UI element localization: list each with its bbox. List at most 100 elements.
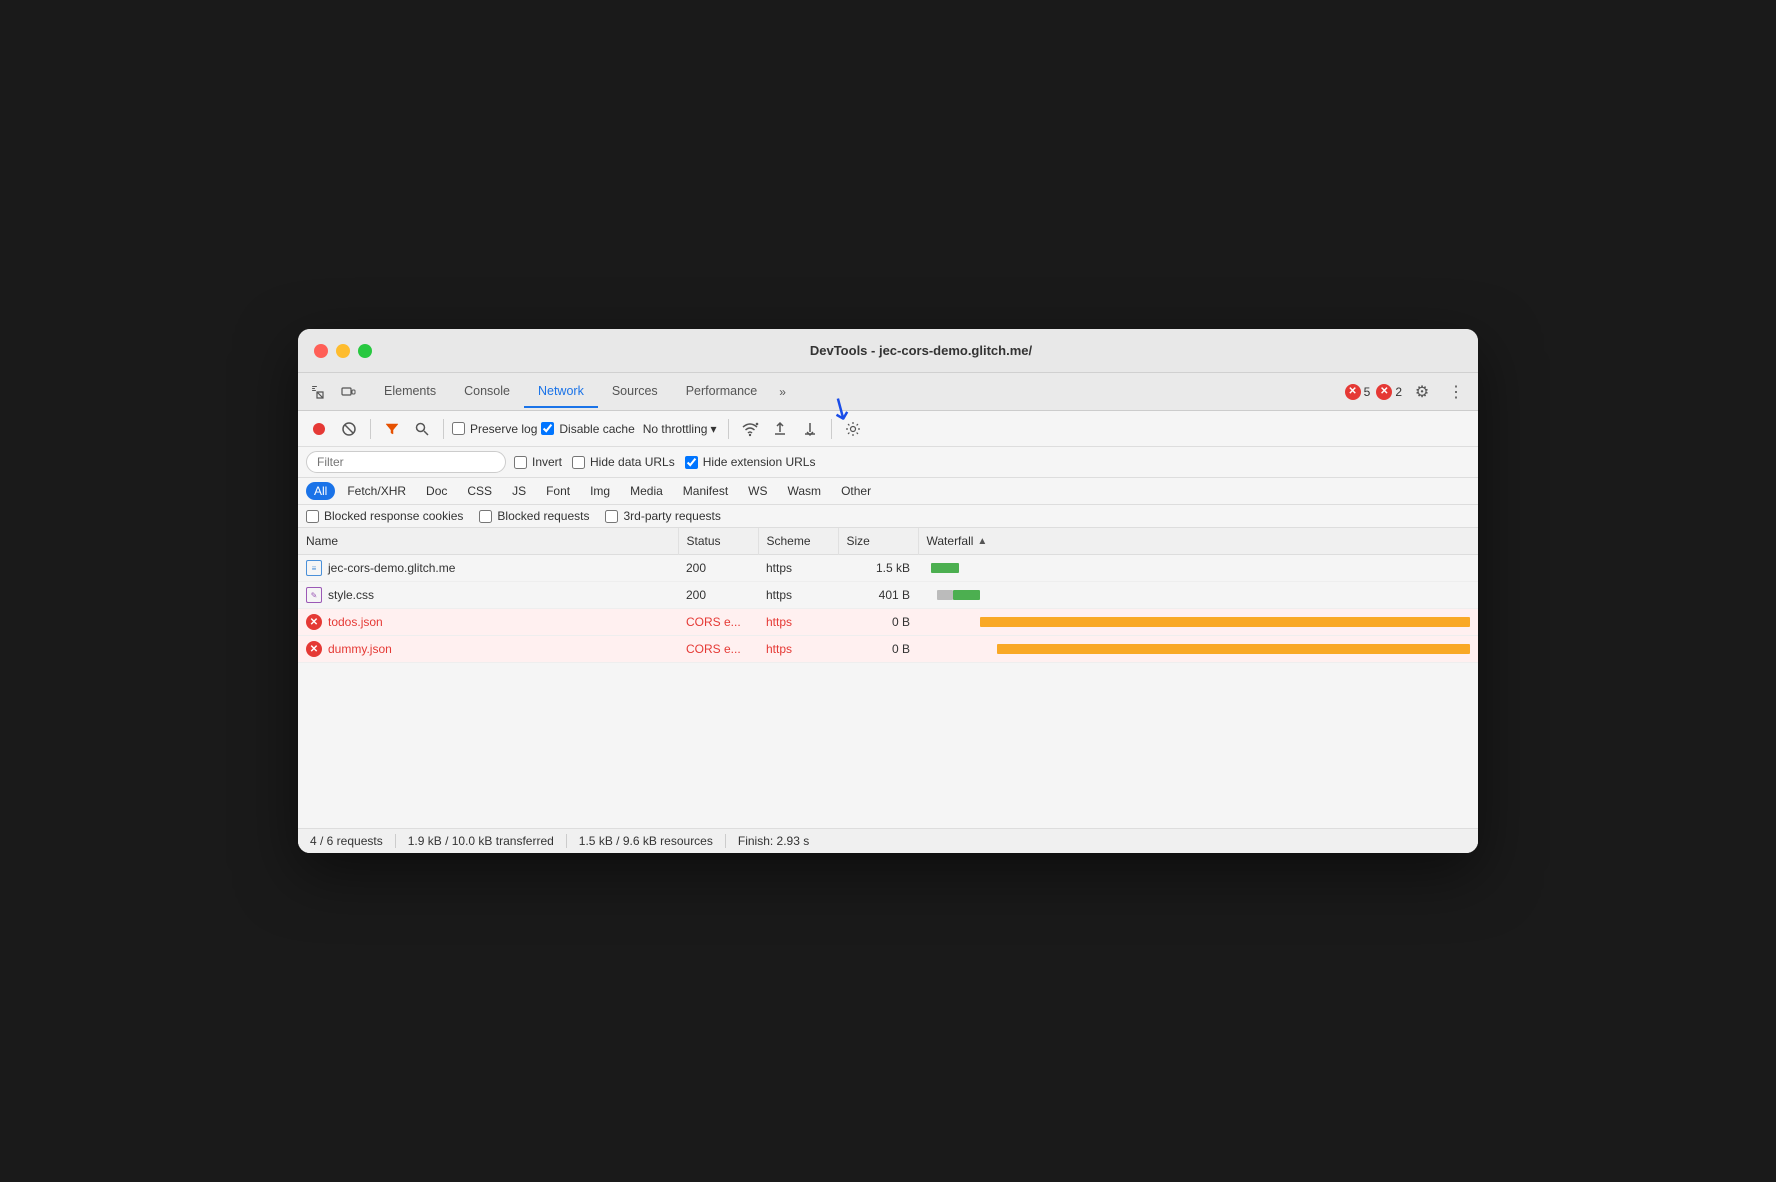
device-icon-btn[interactable] — [336, 380, 360, 404]
type-btn-js[interactable]: JS — [504, 482, 534, 500]
upload-button[interactable] — [767, 416, 793, 442]
invert-checkbox[interactable] — [514, 456, 527, 469]
tab-console[interactable]: Console — [450, 376, 524, 408]
error-badge-2[interactable]: ✕ 2 — [1376, 384, 1402, 400]
wf-bar-2b — [953, 590, 980, 600]
status-bar: 4 / 6 requests 1.9 kB / 10.0 kB transfer… — [298, 828, 1478, 853]
type-btn-css[interactable]: CSS — [459, 482, 500, 500]
throttle-select[interactable]: No throttling ▾ — [639, 420, 721, 438]
size-cell-3: 0 B — [838, 609, 918, 636]
col-header-name[interactable]: Name — [298, 528, 678, 555]
waterfall-cell-1 — [918, 555, 1478, 582]
blocked-cookies-checkbox[interactable] — [306, 510, 319, 523]
doc-file-icon: ≡ — [306, 560, 322, 576]
tab-sources[interactable]: Sources — [598, 376, 672, 408]
third-party-checkbox[interactable] — [605, 510, 618, 523]
disable-cache-checkbox-label[interactable]: Disable cache — [541, 422, 634, 436]
tab-performance[interactable]: Performance — [672, 376, 772, 408]
type-btn-all[interactable]: All — [306, 482, 335, 500]
row2-status: 200 — [686, 588, 706, 602]
status-cell-2: 200 — [678, 582, 758, 609]
download-button[interactable]: ↙ — [797, 416, 823, 442]
hide-ext-urls-label[interactable]: Hide extension URLs — [685, 455, 816, 469]
devtools-window: DevTools - jec-cors-demo.glitch.me/ — [298, 329, 1478, 853]
throttle-label: No throttling — [643, 422, 708, 436]
hide-ext-urls-checkbox[interactable] — [685, 456, 698, 469]
filter-funnel-button[interactable] — [379, 416, 405, 442]
type-btn-media[interactable]: Media — [622, 482, 671, 500]
col-header-waterfall[interactable]: Waterfall ▲ — [918, 528, 1478, 555]
error-badge-1[interactable]: ✕ 5 — [1345, 384, 1371, 400]
table-row[interactable]: ✕ dummy.json CORS e... https 0 B — [298, 636, 1478, 663]
row3-name: todos.json — [328, 615, 383, 629]
wf-bar-4 — [997, 644, 1470, 654]
invert-checkbox-label[interactable]: Invert — [514, 455, 562, 469]
col-header-status[interactable]: Status — [678, 528, 758, 555]
hide-data-urls-label[interactable]: Hide data URLs — [572, 455, 675, 469]
row1-size: 1.5 kB — [876, 561, 910, 575]
invert-label: Invert — [532, 455, 562, 469]
type-btn-img[interactable]: Img — [582, 482, 618, 500]
row1-scheme: https — [766, 561, 792, 575]
scheme-cell-1: https — [758, 555, 838, 582]
row4-name: dummy.json — [328, 642, 392, 656]
hide-data-urls-checkbox[interactable] — [572, 456, 585, 469]
error-icon-4: ✕ — [306, 641, 322, 657]
table-row[interactable]: ≡ jec-cors-demo.glitch.me 200 https 1.5 … — [298, 555, 1478, 582]
waterfall-cell-4 — [918, 636, 1478, 663]
tabs-container: Elements Console Network Sources Perform… — [370, 376, 1337, 408]
preserve-log-checkbox-label[interactable]: Preserve log — [452, 422, 537, 436]
table-row[interactable]: ✕ todos.json CORS e... https 0 B — [298, 609, 1478, 636]
type-btn-fetch-xhr[interactable]: Fetch/XHR — [339, 482, 414, 500]
wifi-settings-button[interactable] — [737, 416, 763, 442]
title-bar: DevTools - jec-cors-demo.glitch.me/ — [298, 329, 1478, 373]
blocked-requests-label[interactable]: Blocked requests — [479, 509, 589, 523]
row1-status: 200 — [686, 561, 706, 575]
blocked-bar: Blocked response cookies Blocked request… — [298, 505, 1478, 528]
preserve-log-checkbox[interactable] — [452, 422, 465, 435]
table-row[interactable]: ✎ style.css 200 https 401 B — [298, 582, 1478, 609]
size-cell-1: 1.5 kB — [838, 555, 918, 582]
network-settings-button[interactable] — [840, 416, 866, 442]
row3-status: CORS e... — [686, 615, 741, 629]
search-button[interactable] — [409, 416, 435, 442]
type-filter-bar: All Fetch/XHR Doc CSS JS Font Img Media … — [298, 478, 1478, 505]
col-header-size[interactable]: Size — [838, 528, 918, 555]
clear-button[interactable] — [336, 416, 362, 442]
wf-bar-3 — [980, 617, 1470, 627]
type-btn-wasm[interactable]: Wasm — [780, 482, 830, 500]
cursor-icon-btn[interactable] — [306, 380, 330, 404]
tab-elements[interactable]: Elements — [370, 376, 450, 408]
row3-size: 0 B — [892, 615, 910, 629]
maximize-button[interactable] — [358, 344, 372, 358]
type-btn-doc[interactable]: Doc — [418, 482, 455, 500]
window-title: DevTools - jec-cors-demo.glitch.me/ — [380, 343, 1462, 358]
blocked-cookies-text: Blocked response cookies — [324, 509, 463, 523]
tab-overflow-btn[interactable]: » — [771, 379, 794, 405]
type-btn-font[interactable]: Font — [538, 482, 578, 500]
tab-bar: Elements Console Network Sources Perform… — [298, 373, 1478, 411]
blocked-cookies-label[interactable]: Blocked response cookies — [306, 509, 463, 523]
error-x-icon-2: ✕ — [1376, 384, 1392, 400]
type-btn-ws[interactable]: WS — [740, 482, 775, 500]
third-party-label[interactable]: 3rd-party requests — [605, 509, 720, 523]
disable-cache-checkbox[interactable] — [541, 422, 554, 435]
col-header-scheme[interactable]: Scheme — [758, 528, 838, 555]
filter-input[interactable] — [306, 451, 506, 473]
blocked-requests-checkbox[interactable] — [479, 510, 492, 523]
toolbar-separator-1 — [370, 419, 371, 439]
settings-gear-button[interactable]: ⚙ — [1408, 378, 1436, 406]
minimize-button[interactable] — [336, 344, 350, 358]
tab-network[interactable]: Network — [524, 376, 598, 408]
record-stop-button[interactable] — [306, 416, 332, 442]
close-button[interactable] — [314, 344, 328, 358]
type-btn-manifest[interactable]: Manifest — [675, 482, 736, 500]
row2-size: 401 B — [879, 588, 910, 602]
row4-status: CORS e... — [686, 642, 741, 656]
filter-options: Invert Hide data URLs Hide extension URL… — [514, 455, 815, 469]
more-options-button[interactable]: ⋮ — [1442, 378, 1470, 406]
type-btn-other[interactable]: Other — [833, 482, 879, 500]
hide-ext-urls-text: Hide extension URLs — [703, 455, 816, 469]
name-cell-1: ≡ jec-cors-demo.glitch.me — [298, 555, 678, 582]
network-table-container: Name Status Scheme Size — [298, 528, 1478, 828]
